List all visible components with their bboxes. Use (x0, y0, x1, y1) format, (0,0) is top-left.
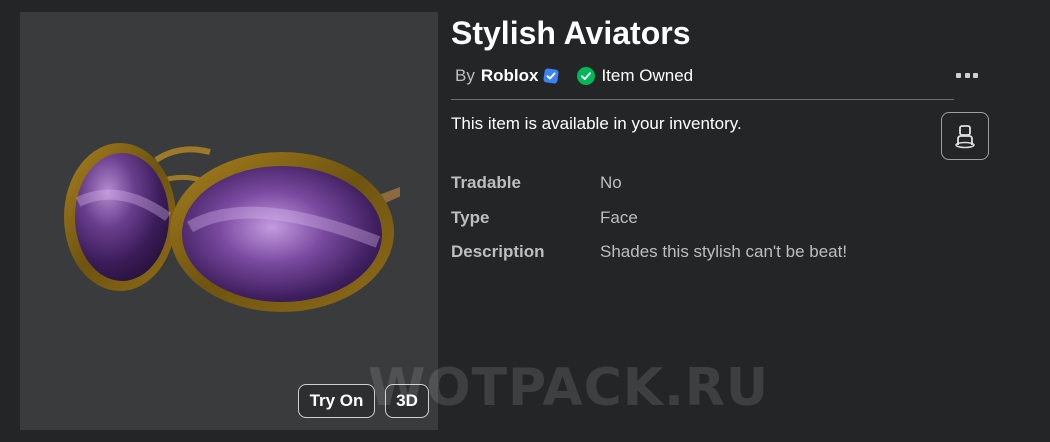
creator-byline: By Roblox Item Owned (455, 64, 693, 88)
detail-value: Face (600, 208, 638, 227)
avatar-icon (955, 125, 975, 149)
item-title: Stylish Aviators (451, 15, 691, 51)
detail-label: Type (451, 208, 490, 227)
detail-value: Shades this stylish can't be beat! (600, 242, 848, 261)
detail-label: Tradable (451, 173, 521, 192)
verified-badge-icon (543, 68, 559, 84)
more-options-icon[interactable] (956, 68, 978, 82)
detail-value: No (600, 173, 622, 192)
divider (451, 99, 954, 100)
availability-message: This item is available in your inventory… (451, 114, 742, 133)
item-preview: Try On 3D (20, 12, 438, 430)
by-label: By (455, 66, 475, 85)
try-on-button[interactable]: Try On (298, 384, 375, 418)
creator-link[interactable]: Roblox (481, 66, 539, 86)
aviator-glasses-image (64, 143, 400, 312)
3d-view-button[interactable]: 3D (385, 384, 429, 418)
checkmark-circle-icon (577, 67, 596, 85)
item-owned-status: Item Owned (601, 66, 694, 85)
avatar-button[interactable] (941, 112, 989, 160)
detail-label: Description (451, 242, 545, 261)
